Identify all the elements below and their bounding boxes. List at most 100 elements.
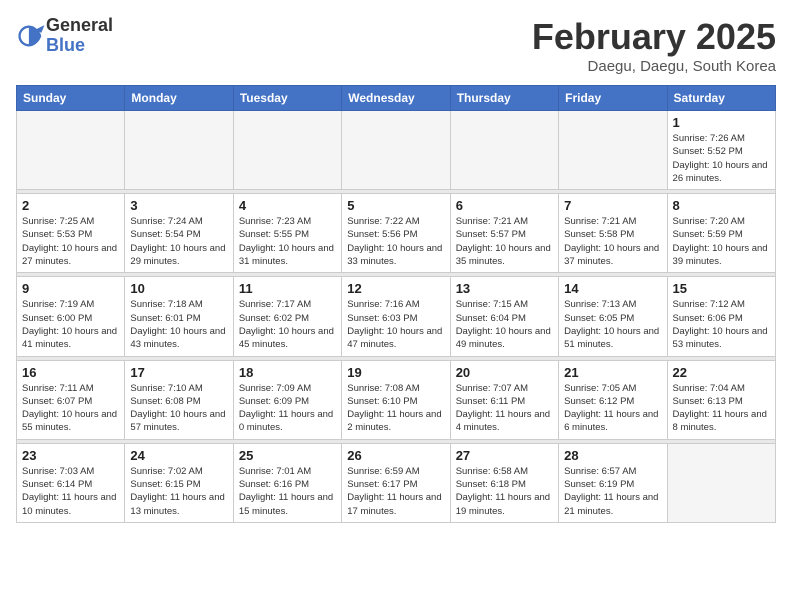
day-number: 26 bbox=[347, 448, 444, 463]
calendar-week-1: 2 Sunrise: 7:25 AMSunset: 5:53 PMDaylight… bbox=[17, 194, 776, 273]
day-number: 12 bbox=[347, 281, 444, 296]
calendar-cell: 14 Sunrise: 7:13 AMSunset: 6:05 PMDayligh… bbox=[559, 277, 667, 356]
logo-text: General Blue bbox=[46, 16, 113, 56]
calendar-cell bbox=[17, 111, 125, 190]
day-info: Sunrise: 7:24 AMSunset: 5:54 PMDaylight:… bbox=[130, 215, 227, 268]
day-info: Sunrise: 7:20 AMSunset: 5:59 PMDaylight:… bbox=[673, 215, 770, 268]
calendar-cell bbox=[450, 111, 558, 190]
weekday-header-tuesday: Tuesday bbox=[233, 86, 341, 111]
day-info: Sunrise: 7:04 AMSunset: 6:13 PMDaylight:… bbox=[673, 382, 770, 435]
calendar-cell bbox=[342, 111, 450, 190]
weekday-header-wednesday: Wednesday bbox=[342, 86, 450, 111]
day-info: Sunrise: 7:21 AMSunset: 5:57 PMDaylight:… bbox=[456, 215, 553, 268]
day-info: Sunrise: 7:23 AMSunset: 5:55 PMDaylight:… bbox=[239, 215, 336, 268]
day-number: 9 bbox=[22, 281, 119, 296]
calendar-cell: 6Sunrise: 7:21 AMSunset: 5:57 PMDaylight… bbox=[450, 194, 558, 273]
day-number: 7 bbox=[564, 198, 661, 213]
calendar-cell: 28Sunrise: 6:57 AMSunset: 6:19 PMDayligh… bbox=[559, 443, 667, 522]
day-number: 2 bbox=[22, 198, 119, 213]
weekday-header-friday: Friday bbox=[559, 86, 667, 111]
day-info: Sunrise: 7:17 AMSunset: 6:02 PMDaylight:… bbox=[239, 298, 336, 351]
location-subtitle: Daegu, Daegu, South Korea bbox=[532, 58, 776, 75]
calendar-cell: 20 Sunrise: 7:07 AMSunset: 6:11 PMDayligh… bbox=[450, 360, 558, 439]
day-number: 17 bbox=[130, 365, 227, 380]
day-info: Sunrise: 7:02 AMSunset: 6:15 PMDaylight:… bbox=[130, 465, 227, 518]
calendar-cell: 11 Sunrise: 7:17 AMSunset: 6:02 PMDayligh… bbox=[233, 277, 341, 356]
calendar-week-2: 9Sunrise: 7:19 AMSunset: 6:00 PMDaylight… bbox=[17, 277, 776, 356]
weekday-header-monday: Monday bbox=[125, 86, 233, 111]
month-title: February 2025 bbox=[532, 16, 776, 58]
day-number: 20 bbox=[456, 365, 553, 380]
calendar-cell bbox=[559, 111, 667, 190]
weekday-header-thursday: Thursday bbox=[450, 86, 558, 111]
calendar-cell bbox=[667, 443, 775, 522]
day-info: Sunrise: 7:09 AMSunset: 6:09 PMDaylight:… bbox=[239, 382, 336, 435]
weekday-header-saturday: Saturday bbox=[667, 86, 775, 111]
calendar-cell: 24 Sunrise: 7:02 AMSunset: 6:15 PMDayligh… bbox=[125, 443, 233, 522]
day-number: 19 bbox=[347, 365, 444, 380]
day-number: 25 bbox=[239, 448, 336, 463]
day-info: Sunrise: 7:25 AMSunset: 5:53 PMDaylight:… bbox=[22, 215, 119, 268]
day-number: 24 bbox=[130, 448, 227, 463]
calendar-cell: 17 Sunrise: 7:10 AMSunset: 6:08 PMDayligh… bbox=[125, 360, 233, 439]
day-info: Sunrise: 7:10 AMSunset: 6:08 PMDaylight:… bbox=[130, 382, 227, 435]
day-info: Sunrise: 7:08 AMSunset: 6:10 PMDaylight:… bbox=[347, 382, 444, 435]
logo-general-text: General bbox=[46, 16, 113, 36]
calendar-week-3: 16 Sunrise: 7:11 AMSunset: 6:07 PMDayligh… bbox=[17, 360, 776, 439]
calendar-cell: 2 Sunrise: 7:25 AMSunset: 5:53 PMDaylight… bbox=[17, 194, 125, 273]
calendar-cell: 12 Sunrise: 7:16 AMSunset: 6:03 PMDayligh… bbox=[342, 277, 450, 356]
day-number: 3 bbox=[130, 198, 227, 213]
day-info: Sunrise: 7:11 AMSunset: 6:07 PMDaylight:… bbox=[22, 382, 119, 435]
day-number: 8 bbox=[673, 198, 770, 213]
calendar-cell: 23Sunrise: 7:03 AMSunset: 6:14 PMDayligh… bbox=[17, 443, 125, 522]
day-number: 11 bbox=[239, 281, 336, 296]
day-info: Sunrise: 7:07 AMSunset: 6:11 PMDaylight:… bbox=[456, 382, 553, 435]
calendar-cell: 18Sunrise: 7:09 AMSunset: 6:09 PMDayligh… bbox=[233, 360, 341, 439]
calendar-cell: 7 Sunrise: 7:21 AMSunset: 5:58 PMDaylight… bbox=[559, 194, 667, 273]
day-info: Sunrise: 7:21 AMSunset: 5:58 PMDaylight:… bbox=[564, 215, 661, 268]
day-info: Sunrise: 7:12 AMSunset: 6:06 PMDaylight:… bbox=[673, 298, 770, 351]
calendar-cell: 25 Sunrise: 7:01 AMSunset: 6:16 PMDayligh… bbox=[233, 443, 341, 522]
calendar-cell: 5Sunrise: 7:22 AMSunset: 5:56 PMDaylight… bbox=[342, 194, 450, 273]
day-number: 10 bbox=[130, 281, 227, 296]
day-info: Sunrise: 6:58 AMSunset: 6:18 PMDaylight:… bbox=[456, 465, 553, 518]
logo: General Blue bbox=[16, 16, 113, 56]
day-info: Sunrise: 7:16 AMSunset: 6:03 PMDaylight:… bbox=[347, 298, 444, 351]
day-number: 16 bbox=[22, 365, 119, 380]
day-info: Sunrise: 6:59 AMSunset: 6:17 PMDaylight:… bbox=[347, 465, 444, 518]
day-info: Sunrise: 7:01 AMSunset: 6:16 PMDaylight:… bbox=[239, 465, 336, 518]
calendar-cell: 9Sunrise: 7:19 AMSunset: 6:00 PMDaylight… bbox=[17, 277, 125, 356]
calendar-cell: 22 Sunrise: 7:04 AMSunset: 6:13 PMDayligh… bbox=[667, 360, 775, 439]
day-number: 15 bbox=[673, 281, 770, 296]
calendar-week-0: 1 Sunrise: 7:26 AMSunset: 5:52 PMDaylight… bbox=[17, 111, 776, 190]
day-number: 1 bbox=[673, 115, 770, 130]
calendar-cell bbox=[125, 111, 233, 190]
day-number: 14 bbox=[564, 281, 661, 296]
day-number: 5 bbox=[347, 198, 444, 213]
day-info: Sunrise: 7:18 AMSunset: 6:01 PMDaylight:… bbox=[130, 298, 227, 351]
day-info: Sunrise: 7:05 AMSunset: 6:12 PMDaylight:… bbox=[564, 382, 661, 435]
calendar-cell: 8 Sunrise: 7:20 AMSunset: 5:59 PMDaylight… bbox=[667, 194, 775, 273]
calendar-cell: 1 Sunrise: 7:26 AMSunset: 5:52 PMDaylight… bbox=[667, 111, 775, 190]
day-info: Sunrise: 7:26 AMSunset: 5:52 PMDaylight:… bbox=[673, 132, 770, 185]
logo-blue-text: Blue bbox=[46, 36, 113, 56]
calendar-table: SundayMondayTuesdayWednesdayThursdayFrid… bbox=[16, 85, 776, 523]
calendar-cell: 16 Sunrise: 7:11 AMSunset: 6:07 PMDayligh… bbox=[17, 360, 125, 439]
calendar-week-4: 23Sunrise: 7:03 AMSunset: 6:14 PMDayligh… bbox=[17, 443, 776, 522]
day-info: Sunrise: 7:13 AMSunset: 6:05 PMDaylight:… bbox=[564, 298, 661, 351]
page-header: General Blue February 2025 Daegu, Daegu,… bbox=[16, 16, 776, 75]
logo-icon bbox=[18, 22, 46, 50]
calendar-cell: 27Sunrise: 6:58 AMSunset: 6:18 PMDayligh… bbox=[450, 443, 558, 522]
day-number: 21 bbox=[564, 365, 661, 380]
day-number: 22 bbox=[673, 365, 770, 380]
calendar-cell: 4 Sunrise: 7:23 AMSunset: 5:55 PMDaylight… bbox=[233, 194, 341, 273]
day-info: Sunrise: 7:03 AMSunset: 6:14 PMDaylight:… bbox=[22, 465, 119, 518]
calendar-cell: 15 Sunrise: 7:12 AMSunset: 6:06 PMDayligh… bbox=[667, 277, 775, 356]
weekday-header-sunday: Sunday bbox=[17, 86, 125, 111]
calendar-cell: 21 Sunrise: 7:05 AMSunset: 6:12 PMDayligh… bbox=[559, 360, 667, 439]
calendar-cell bbox=[233, 111, 341, 190]
weekday-header-row: SundayMondayTuesdayWednesdayThursdayFrid… bbox=[17, 86, 776, 111]
day-number: 4 bbox=[239, 198, 336, 213]
calendar-cell: 3 Sunrise: 7:24 AMSunset: 5:54 PMDaylight… bbox=[125, 194, 233, 273]
day-info: Sunrise: 6:57 AMSunset: 6:19 PMDaylight:… bbox=[564, 465, 661, 518]
